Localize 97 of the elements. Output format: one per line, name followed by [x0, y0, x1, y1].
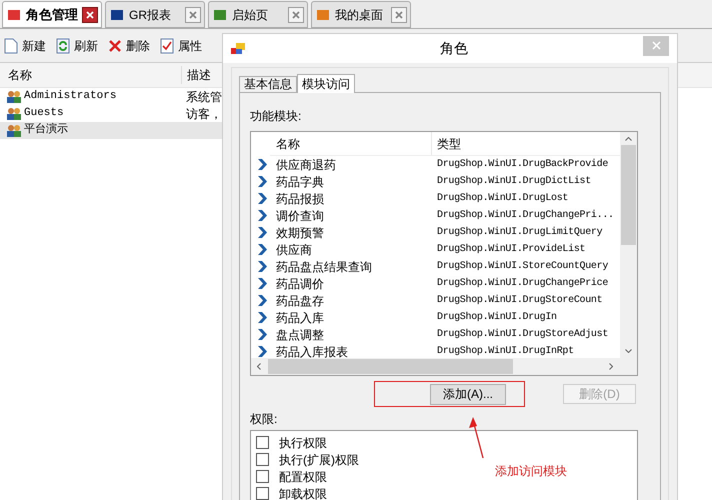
module-type: DrugShop.WinUI.DrugInRpt: [437, 344, 574, 359]
module-type: DrugShop.WinUI.DrugChangePrice: [437, 276, 608, 291]
column-header[interactable]: 类型: [432, 134, 461, 152]
chevron-icon: [257, 209, 268, 222]
module-type: DrugShop.WinUI.DrugBackProvide: [437, 158, 608, 172]
chevron-icon: [257, 192, 268, 205]
permission-label: 执行权限: [279, 434, 327, 452]
section-label: 功能模块:: [250, 108, 302, 125]
users-icon: [6, 107, 22, 120]
module-name: 效期预警: [276, 224, 325, 242]
delete-icon: [108, 38, 122, 52]
module-type: DrugShop.WinUI.DrugLost: [437, 192, 568, 206]
module-type: DrugShop.WinUI.ProvideList: [437, 242, 586, 257]
toolbar-button[interactable]: 删除: [108, 36, 150, 54]
role-name: Guests: [24, 106, 65, 122]
module-name: 药品盘存: [276, 292, 325, 310]
module-type: DrugShop.WinUI.DrugLimitQuery: [437, 226, 602, 240]
module-type: DrugShop.WinUI.DrugIn: [437, 310, 557, 325]
scroll-left-icon: [257, 363, 261, 370]
document-tab[interactable]: 启始页: [208, 1, 308, 28]
module-type: DrugShop.WinUI.StoreCountQuery: [437, 260, 608, 274]
scroll-up-icon: [625, 137, 632, 141]
tab-label: 我的桌面: [335, 6, 384, 24]
chevron-icon: [257, 277, 268, 290]
column-header[interactable]: 描述: [182, 66, 211, 84]
role-row[interactable]: 平台演示: [0, 122, 222, 139]
tab-label: GR报表: [129, 6, 172, 24]
vertical-scrollbar[interactable]: [620, 132, 637, 358]
window-icon: [231, 42, 245, 54]
permission-label: 执行(扩展)权限: [279, 452, 359, 468]
module-name: 药品调价: [276, 276, 325, 292]
users-icon: [6, 124, 22, 137]
module-type: DrugShop.WinUI.DrugStoreCount: [437, 294, 602, 308]
refresh-icon: [56, 38, 70, 54]
chevron-icon: [257, 226, 268, 239]
users-icon: [6, 90, 22, 103]
permission-label: 配置权限: [279, 468, 327, 486]
tab-icon: [109, 8, 125, 22]
scroll-right-icon: [609, 363, 613, 370]
tab-icon: [315, 8, 331, 22]
document-tab[interactable]: 角色管理: [2, 1, 102, 28]
module-name: 盘点调整: [276, 326, 325, 344]
tab-icon: [6, 8, 22, 22]
add-button[interactable]: 添加(A)...: [430, 384, 506, 404]
module-type: DrugShop.WinUI.DrugChangePri...: [437, 208, 614, 223]
toolbar-button[interactable]: 刷新: [56, 36, 98, 54]
module-name: 调价查询: [276, 208, 325, 224]
module-name: 药品报损: [276, 190, 325, 208]
toolbar-button[interactable]: 新建: [4, 36, 46, 54]
chevron-icon: [257, 175, 268, 188]
annotation-arrow: [468, 416, 486, 460]
chevron-icon: [257, 294, 268, 307]
chevron-icon: [257, 260, 268, 273]
document-tab[interactable]: 我的桌面: [311, 1, 411, 28]
close-icon: [652, 41, 660, 50]
checkbox[interactable]: [256, 436, 269, 449]
checkbox[interactable]: [256, 470, 269, 483]
column-header[interactable]: 名称: [0, 66, 182, 84]
horizontal-scrollbar[interactable]: [251, 358, 637, 375]
close-icon[interactable]: [82, 6, 98, 22]
module-name: 药品入库报表: [276, 344, 349, 360]
column-header[interactable]: 名称: [270, 132, 432, 155]
section-label: 权限:: [250, 411, 278, 428]
module-name: 供应商退药: [276, 156, 337, 174]
module-type: DrugShop.WinUI.DrugStoreAdjust: [437, 328, 608, 342]
checkbox[interactable]: [256, 487, 269, 500]
permission-label: 卸载权限: [279, 486, 327, 500]
tab-label: 启始页: [232, 6, 269, 24]
role-description: 访客，: [186, 106, 222, 122]
window-title: 角色: [439, 39, 469, 58]
role-name: 平台演示: [24, 122, 69, 138]
document-tab[interactable]: GR报表: [105, 1, 205, 28]
role-description: 系统管: [186, 88, 222, 106]
module-name: 供应商: [276, 242, 313, 258]
module-name: 药品字典: [276, 174, 325, 190]
properties-icon: [160, 38, 174, 54]
document-icon: [4, 38, 18, 54]
toolbar-button[interactable]: 属性: [160, 36, 202, 54]
tab-label: 角色管理: [26, 6, 78, 24]
chevron-icon: [257, 345, 268, 358]
role-row[interactable]: Administrators 系统管: [0, 88, 222, 105]
module-type: DrugShop.WinUI.DrugDictList: [437, 174, 591, 189]
module-name: 药品盘点结果查询: [276, 258, 373, 276]
role-row[interactable]: Guests 访客，: [0, 105, 222, 122]
close-button[interactable]: [643, 36, 669, 56]
chevron-icon: [257, 328, 268, 341]
checkbox[interactable]: [256, 453, 269, 466]
dialog-tab[interactable]: 基本信息: [239, 76, 297, 92]
chevron-icon: [257, 243, 268, 256]
tab-icon: [212, 8, 228, 22]
role-name: Administrators: [24, 89, 118, 104]
dialog-tab[interactable]: 模块访问: [297, 74, 355, 93]
chevron-icon: [257, 158, 268, 171]
chevron-icon: [257, 311, 268, 324]
annotation-text: 添加访问模块: [495, 463, 567, 480]
scroll-down-icon: [625, 349, 632, 353]
module-name: 药品入库: [276, 310, 325, 326]
